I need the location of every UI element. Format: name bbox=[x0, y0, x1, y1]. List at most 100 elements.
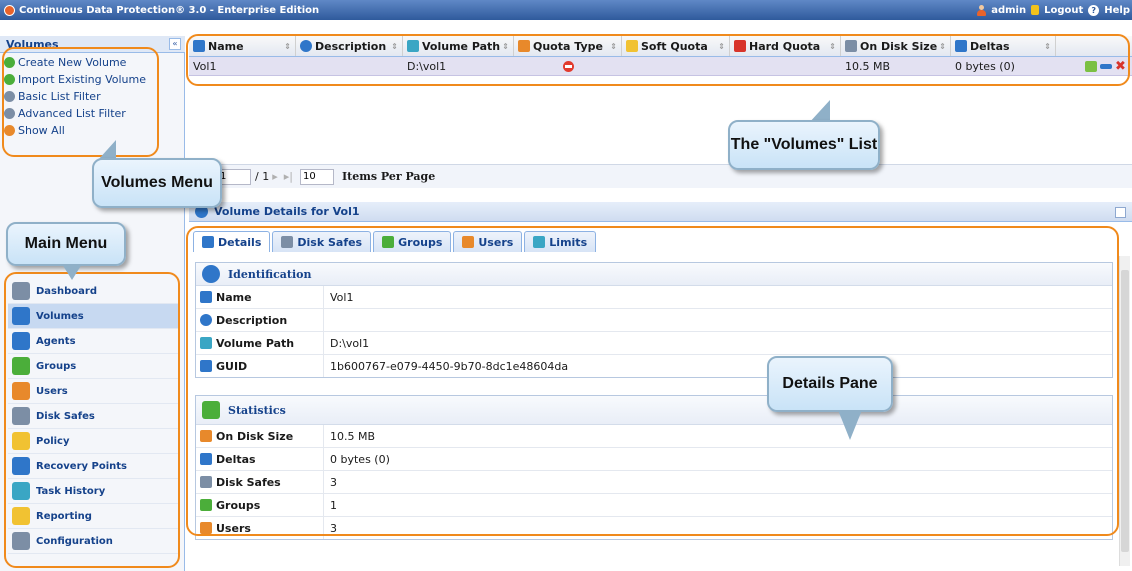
column-label: Description bbox=[315, 39, 387, 53]
details-scrollbar[interactable] bbox=[1119, 256, 1130, 566]
stop-icon bbox=[734, 40, 746, 52]
next-page-icon[interactable]: ▸ bbox=[272, 170, 278, 183]
tab-disk-safes[interactable]: Disk Safes bbox=[272, 231, 372, 252]
nav-dashboard[interactable]: Dashboard bbox=[8, 279, 178, 304]
advanced-filter-icon bbox=[4, 108, 15, 119]
import-existing-volume-link[interactable]: Import Existing Volume bbox=[4, 71, 164, 88]
guid-icon bbox=[200, 360, 212, 372]
field-row: Volume Path D:\vol1 bbox=[196, 332, 1112, 355]
nav-groups[interactable]: Groups bbox=[8, 354, 178, 379]
no-quota-icon bbox=[562, 60, 574, 72]
field-row: Name Vol1 bbox=[196, 286, 1112, 309]
delete-icon[interactable]: ✖ bbox=[1115, 60, 1126, 73]
tab-users[interactable]: Users bbox=[453, 231, 523, 252]
field-row: Disk Safes 3 bbox=[196, 471, 1112, 494]
nav-label: Policy bbox=[36, 435, 70, 447]
cell-soft-quota bbox=[622, 57, 730, 75]
recovery-points-icon bbox=[12, 457, 30, 475]
sort-icon: ⇕ bbox=[829, 41, 836, 51]
nav-label: Groups bbox=[36, 360, 77, 372]
edit-icon[interactable] bbox=[1085, 60, 1097, 72]
detach-icon[interactable] bbox=[1100, 63, 1112, 69]
help-icon: ? bbox=[1088, 4, 1100, 16]
column-header-volume-path[interactable]: Volume Path ⇕ bbox=[403, 36, 514, 56]
app-title: Continuous Data Protection® 3.0 - Enterp… bbox=[19, 4, 320, 16]
title-bar: Continuous Data Protection® 3.0 - Enterp… bbox=[0, 0, 1132, 20]
lock-icon bbox=[1031, 5, 1040, 15]
cell-actions: ✖ bbox=[1056, 57, 1132, 75]
nav-configuration[interactable]: Configuration bbox=[8, 529, 178, 554]
sort-icon: ⇕ bbox=[391, 41, 398, 51]
field-label: Users bbox=[216, 521, 251, 535]
column-header-hard-quota[interactable]: Hard Quota ⇕ bbox=[730, 36, 841, 56]
maximize-icon[interactable] bbox=[1115, 207, 1126, 218]
column-header-deltas[interactable]: Deltas ⇕ bbox=[951, 36, 1056, 56]
details-tabs: Details Disk Safes Groups Users Limits bbox=[193, 231, 598, 253]
nav-reporting[interactable]: Reporting bbox=[8, 504, 178, 529]
sort-icon: ⇕ bbox=[718, 41, 725, 51]
alert-icon bbox=[626, 40, 638, 52]
scrollbar-thumb[interactable] bbox=[1121, 270, 1129, 552]
task-history-icon bbox=[12, 482, 30, 500]
details-icon bbox=[202, 236, 214, 248]
table-row[interactable]: Vol1 D:\vol1 10.5 MB 0 bytes (0) ✖ bbox=[189, 57, 1132, 76]
info-icon bbox=[200, 314, 212, 326]
warning-icon bbox=[518, 40, 530, 52]
groups-icon bbox=[200, 499, 212, 511]
help-link[interactable]: Help bbox=[1104, 5, 1130, 16]
nav-label: Task History bbox=[36, 485, 106, 497]
nav-task-history[interactable]: Task History bbox=[8, 479, 178, 504]
advanced-list-filter-link[interactable]: Advanced List Filter bbox=[4, 105, 164, 122]
field-label: Disk Safes bbox=[216, 475, 281, 489]
details-title: Volume Details for Vol1 bbox=[214, 205, 360, 218]
user-icon bbox=[977, 4, 987, 16]
items-per-page-input[interactable] bbox=[299, 168, 334, 185]
field-label: Name bbox=[216, 290, 252, 304]
add-icon bbox=[4, 57, 15, 68]
tab-label: Details bbox=[218, 235, 262, 249]
identification-header: Identification bbox=[196, 263, 1112, 286]
create-new-volume-link[interactable]: Create New Volume bbox=[4, 54, 164, 71]
info-icon bbox=[202, 265, 220, 283]
column-header-name[interactable]: Name ⇕ bbox=[189, 36, 296, 56]
field-value: 0 bytes (0) bbox=[330, 452, 390, 466]
tab-groups[interactable]: Groups bbox=[373, 231, 452, 252]
show-all-link[interactable]: Show All bbox=[4, 122, 164, 139]
basic-list-filter-link[interactable]: Basic List Filter bbox=[4, 88, 164, 105]
logout-link[interactable]: Logout bbox=[1044, 5, 1083, 16]
page-count: / 1 bbox=[255, 170, 270, 183]
page-number-input[interactable] bbox=[217, 168, 251, 185]
last-page-icon[interactable]: ▸| bbox=[284, 170, 293, 183]
users-icon bbox=[462, 236, 475, 248]
nav-label: Recovery Points bbox=[36, 460, 127, 472]
import-icon bbox=[4, 74, 15, 85]
show-all-icon bbox=[4, 125, 15, 136]
tab-label: Limits bbox=[549, 235, 588, 249]
volumes-icon bbox=[12, 307, 30, 325]
sort-icon: ⇕ bbox=[610, 41, 617, 51]
sort-icon: ⇕ bbox=[284, 41, 291, 51]
collapse-panel-button[interactable]: « bbox=[169, 38, 181, 50]
nav-disk-safes[interactable]: Disk Safes bbox=[8, 404, 178, 429]
nav-recovery-points[interactable]: Recovery Points bbox=[8, 454, 178, 479]
nav-users[interactable]: Users bbox=[8, 379, 178, 404]
volumes-menu-title: Volumes bbox=[6, 38, 59, 51]
cell-description bbox=[296, 57, 403, 75]
nav-policy[interactable]: Policy bbox=[8, 429, 178, 454]
column-header-description[interactable]: Description ⇕ bbox=[296, 36, 403, 56]
tab-details[interactable]: Details bbox=[193, 231, 271, 252]
current-user[interactable]: admin bbox=[991, 5, 1026, 16]
tab-limits[interactable]: Limits bbox=[524, 231, 597, 252]
field-row: GUID 1b600767-e079-4450-9b70-8dc1e48604da bbox=[196, 355, 1112, 377]
column-header-soft-quota[interactable]: Soft Quota ⇕ bbox=[622, 36, 730, 56]
nav-agents[interactable]: Agents bbox=[8, 329, 178, 354]
field-row: On Disk Size 10.5 MB bbox=[196, 425, 1112, 448]
column-header-quota-type[interactable]: Quota Type ⇕ bbox=[514, 36, 622, 56]
deltas-icon bbox=[955, 40, 967, 52]
sort-icon: ⇕ bbox=[502, 41, 509, 51]
column-header-on-disk-size[interactable]: On Disk Size ⇕ bbox=[841, 36, 951, 56]
nav-label: Volumes bbox=[36, 310, 84, 322]
grid-header: Name ⇕ Description ⇕ Volume Path ⇕ Quota Ty… bbox=[189, 36, 1132, 57]
volumes-menu: Create New Volume Import Existing Volume… bbox=[4, 54, 164, 139]
nav-volumes[interactable]: Volumes bbox=[8, 304, 178, 329]
